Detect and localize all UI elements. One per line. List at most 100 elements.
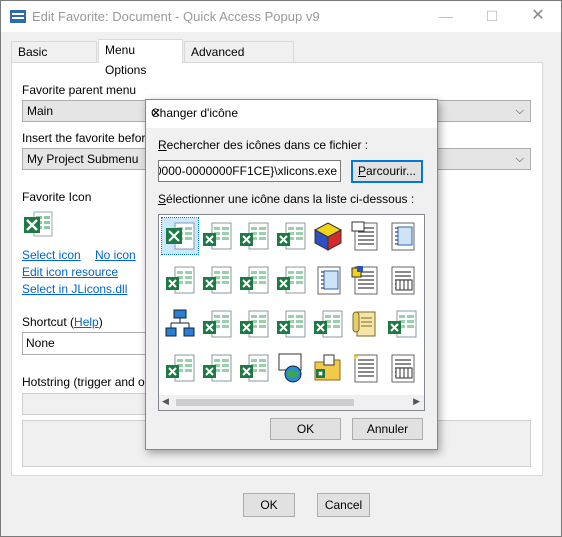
- icon-cell[interactable]: [384, 262, 420, 298]
- icon-grid: [161, 217, 423, 395]
- excel-doc2-icon: [277, 310, 306, 338]
- doc-grid2-icon: [391, 354, 415, 383]
- icon-cell[interactable]: [384, 350, 420, 386]
- select-icon-label: Sélectionner une icône dans la liste ci-…: [158, 192, 415, 206]
- insert-before-label: Insert the favorite before th: [22, 131, 166, 145]
- icon-cell[interactable]: [162, 262, 198, 298]
- scroll-left-icon[interactable]: ◀: [162, 396, 169, 407]
- app-icon: [10, 10, 26, 23]
- excel-link-icon: [240, 354, 269, 382]
- icon-cell[interactable]: [384, 306, 420, 342]
- cube-icon: [313, 222, 343, 251]
- icon-cell[interactable]: [273, 218, 309, 254]
- icon-cell[interactable]: [236, 218, 272, 254]
- excel-pie-icon: [166, 354, 195, 382]
- horizontal-scrollbar[interactable]: ◀ ▶: [159, 395, 424, 410]
- browse-button[interactable]: Parcourir...: [351, 160, 423, 183]
- ok-button[interactable]: OK: [243, 493, 295, 517]
- icon-cell[interactable]: [347, 262, 383, 298]
- icon-cell-selected[interactable]: [161, 217, 199, 255]
- change-icon-dialog: Changer d'icône ✕ Rechercher des icônes …: [145, 99, 438, 450]
- icon-cell[interactable]: [347, 306, 383, 342]
- dialog-ok-button[interactable]: OK: [270, 418, 341, 440]
- icon-cell[interactable]: [162, 350, 198, 386]
- icon-cell[interactable]: [310, 262, 346, 298]
- icon-list[interactable]: ◀ ▶: [158, 214, 425, 411]
- excel-lines-icon: [314, 310, 343, 338]
- chevron-down-icon: ⌵: [515, 105, 524, 117]
- icon-cell[interactable]: [273, 262, 309, 298]
- select-icon-link[interactable]: Select icon: [22, 248, 81, 262]
- icon-file-path-value: 0-0000-0000000FF1CE}\xlicons.exe: [158, 164, 337, 178]
- edit-icon-resource-link[interactable]: Edit icon resource: [22, 265, 118, 279]
- icon-cell[interactable]: [384, 218, 420, 254]
- excel-chart3-icon: [388, 310, 417, 338]
- icon-cell[interactable]: [162, 306, 198, 342]
- dialog-title-bar: Changer d'icône ✕: [146, 100, 437, 128]
- excel-plain-icon: [166, 266, 195, 294]
- dialog-cancel-button[interactable]: Annuler: [352, 418, 423, 440]
- scroll-right-icon[interactable]: ▶: [413, 396, 420, 407]
- hotstring-label: Hotstring (trigger and optio: [22, 375, 165, 389]
- excel-a-icon: [240, 266, 269, 294]
- icon-file-path-input[interactable]: 0-0000-0000000FF1CE}\xlicons.exe: [158, 160, 341, 182]
- tab-advanced-settings[interactable]: Advanced Settings: [184, 41, 294, 79]
- excel-grid-icon: [203, 310, 232, 338]
- icon-cell[interactable]: [236, 350, 272, 386]
- insert-before-value: My Project Submenu: [27, 152, 139, 166]
- org-icon: [165, 309, 195, 337]
- favorite-icon-preview[interactable]: [22, 208, 54, 240]
- parent-menu-label: Favorite parent menu: [22, 83, 137, 97]
- shortcut-label: Shortcut (Help): [22, 315, 103, 329]
- icon-cell[interactable]: [347, 218, 383, 254]
- icon-cell[interactable]: [310, 350, 346, 386]
- icon-cell[interactable]: [199, 306, 235, 342]
- shortcut-value: None: [26, 336, 55, 350]
- icon-cell[interactable]: [199, 262, 235, 298]
- icon-cell[interactable]: [236, 262, 272, 298]
- tab-menu-options[interactable]: Menu Options: [98, 39, 183, 77]
- hotstring-field[interactable]: [22, 393, 157, 415]
- folder-icon: [314, 354, 341, 381]
- select-in-jlicons-link[interactable]: Select in JLicons.dll: [22, 282, 127, 296]
- shortcut-help-link[interactable]: Help: [74, 315, 99, 329]
- scroll-icon: [352, 311, 376, 337]
- dialog-close-button[interactable]: ✕: [151, 106, 429, 120]
- close-button[interactable]: ✕: [515, 1, 561, 32]
- icon-cell[interactable]: [273, 306, 309, 342]
- excel-arrows-icon: [203, 266, 232, 294]
- excel-chart-icon: [277, 222, 306, 250]
- doc-chart-icon: [351, 266, 378, 295]
- doc-lines-icon: [351, 221, 378, 251]
- icon-cell[interactable]: [310, 306, 346, 342]
- excel-sheet-icon: [240, 222, 269, 250]
- icon-cell[interactable]: [199, 350, 235, 386]
- icon-cell[interactable]: [310, 218, 346, 254]
- no-icon-link[interactable]: No icon: [95, 248, 136, 262]
- icon-cell[interactable]: [236, 306, 272, 342]
- icon-cell[interactable]: [199, 218, 235, 254]
- excel-big-icon: [166, 222, 195, 250]
- globe-icon: [278, 353, 302, 383]
- maximize-button[interactable]: ☐: [469, 1, 515, 32]
- cancel-button[interactable]: Cancel: [317, 493, 370, 517]
- scrollbar-thumb[interactable]: [176, 399, 354, 406]
- shortcut-field[interactable]: None: [22, 332, 157, 355]
- icon-cell[interactable]: [347, 350, 383, 386]
- icon-cell[interactable]: [273, 350, 309, 386]
- excel-cycle-icon: [240, 310, 269, 338]
- doc-grid-icon: [391, 266, 415, 295]
- tab-basic-settings[interactable]: Basic Settings: [11, 41, 97, 79]
- doc-table2-icon: [317, 266, 341, 295]
- minimize-button[interactable]: —: [423, 1, 469, 32]
- doc-table-icon: [391, 222, 415, 251]
- excel-doc-icon: [203, 222, 232, 250]
- chevron-down-icon: ⌵: [515, 153, 524, 165]
- title-bar: Edit Favorite: Document - Quick Access P…: [1, 1, 561, 32]
- search-file-label: Rechercher des icônes dans ce fichier :: [158, 138, 369, 152]
- doc-star-icon: [353, 354, 378, 383]
- window-title: Edit Favorite: Document - Quick Access P…: [32, 9, 320, 24]
- excel-icon: [24, 211, 53, 237]
- excel-chart2-icon: [277, 266, 306, 294]
- parent-menu-value: Main: [27, 104, 54, 118]
